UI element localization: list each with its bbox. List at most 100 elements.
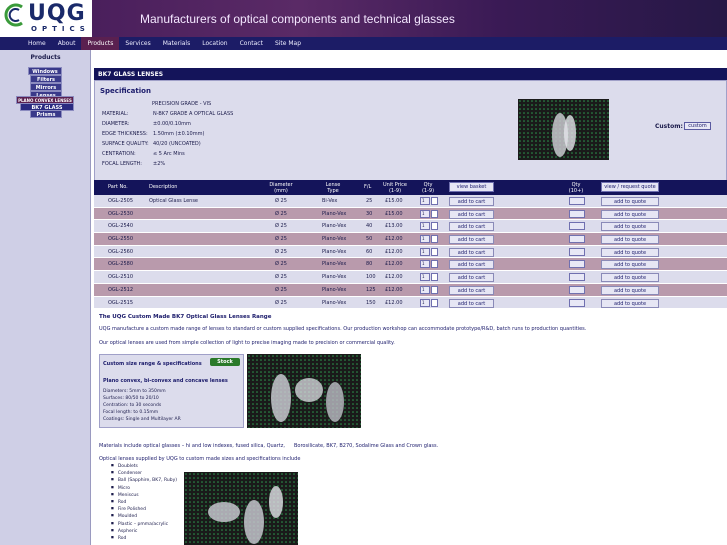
qty-dropdown-icon[interactable] (431, 273, 438, 282)
qty-bulk-input[interactable] (569, 197, 585, 205)
table-row: OGL-2560 Ø 25 Plano-Vex 60 £12.00 1 add to car… (94, 245, 727, 259)
spec-row: FOCAL LENGTH: ±2% (102, 161, 166, 167)
add-to-quote-button[interactable]: add to quote (601, 247, 659, 257)
nav-about[interactable]: About (52, 37, 82, 50)
qty-select[interactable]: 1 (420, 235, 430, 244)
add-to-cart-button[interactable]: add to cart (449, 235, 494, 245)
unit-price: £13.00 (385, 223, 403, 230)
list-item: Plastic – pmma/acrylic (111, 521, 177, 528)
sidebar: Products Windows Filters Mirrors Lenses … (0, 50, 91, 545)
qty-bulk-input[interactable] (569, 235, 585, 244)
nav-services[interactable]: Services (119, 37, 156, 50)
qty-bulk-input[interactable] (569, 222, 585, 231)
qty-select[interactable]: 1 (420, 209, 430, 218)
add-to-quote-button[interactable]: add to quote (601, 273, 659, 283)
add-to-quote-button[interactable]: add to quote (601, 197, 659, 206)
lens-type-list: Doublets Condenser Ball (Sapphire, BK7, … (111, 463, 177, 542)
add-to-quote-button[interactable]: add to quote (601, 285, 659, 295)
range-para-2: Our optical lenses are used from simple … (99, 340, 395, 346)
qty-bulk-input[interactable] (569, 285, 585, 294)
nav-sitemap[interactable]: Site Map (269, 37, 307, 50)
diameter: Ø 25 (275, 223, 287, 230)
sidebar-item-filters[interactable]: Filters (30, 75, 62, 83)
spec-row: SURFACE QUALITY: 40/20 (UNCOATED) (102, 141, 201, 147)
add-to-quote-button[interactable]: add to quote (601, 298, 659, 308)
sidebar-item-windows[interactable]: Windows (28, 67, 62, 75)
nav-materials[interactable]: Materials (157, 37, 197, 50)
add-to-cart-button[interactable]: add to cart (449, 197, 494, 206)
unit-price: £12.00 (385, 261, 403, 268)
qty-bulk-input[interactable] (569, 273, 585, 282)
stock-button[interactable]: Stock (210, 358, 240, 366)
custom-label: Custom: (655, 123, 683, 130)
qty-dropdown-icon[interactable] (431, 222, 438, 231)
diameter: Ø 25 (275, 248, 287, 255)
th-qty2: Qty (10+) (568, 182, 584, 194)
promo-line: Coatings: Single and Multilayer AR (103, 417, 181, 422)
add-to-cart-button[interactable]: add to cart (449, 247, 494, 257)
promo-line: Surfaces: 80/50 to 20/10 (103, 396, 159, 401)
focal-length: 50 (366, 236, 373, 243)
diameter: Ø 25 (275, 274, 287, 281)
th-part: Part No. (108, 184, 128, 190)
qty-dropdown-icon[interactable] (431, 298, 438, 307)
focal-length: 80 (366, 261, 373, 268)
range-para-1: UQG manufacture a custom made range of l… (99, 326, 587, 332)
view-basket-button[interactable]: view basket (449, 182, 494, 192)
diameter: Ø 25 (275, 261, 287, 268)
add-to-cart-button[interactable]: add to cart (449, 298, 494, 308)
table-row: OGL-2515 Ø 25 Plano-Vex 150 £12.00 1 add to ca… (94, 296, 727, 310)
add-to-quote-button[interactable]: add to quote (601, 209, 659, 219)
add-to-cart-button[interactable]: add to cart (449, 209, 494, 219)
table-row: OGL-2530 Ø 25 Plano-Vex 30 £15.00 1 add to car… (94, 207, 727, 221)
qty-dropdown-icon[interactable] (431, 209, 438, 218)
nav-contact[interactable]: Contact (234, 37, 269, 50)
qty-bulk-input[interactable] (569, 209, 585, 218)
qty-dropdown-icon[interactable] (431, 197, 438, 205)
sidebar-item-prisms[interactable]: Prisms (30, 110, 62, 118)
qty-select[interactable]: 1 (420, 285, 430, 294)
part-number: OGL-2550 (108, 236, 134, 243)
add-to-cart-button[interactable]: add to cart (449, 285, 494, 295)
qty-select[interactable]: 1 (420, 298, 430, 307)
promo-line: Focal length: to 0.15mm (103, 410, 159, 415)
table-header: Part No. Description Diameter (mm) Lense… (94, 180, 727, 195)
custom-button[interactable]: custom (684, 122, 711, 130)
product-table: Part No. Description Diameter (mm) Lense… (94, 180, 727, 310)
qty-select[interactable]: 1 (420, 222, 430, 231)
sidebar-item-mirrors[interactable]: Mirrors (30, 83, 62, 91)
nav-home[interactable]: Home (22, 37, 52, 50)
range-title: The UQG Custom Made BK7 Optical Glass Le… (99, 314, 272, 320)
add-to-quote-button[interactable]: add to quote (601, 235, 659, 245)
th-diameter: Diameter (mm) (269, 182, 293, 194)
add-to-cart-button[interactable]: add to cart (449, 222, 494, 232)
add-to-quote-button[interactable]: add to quote (601, 260, 659, 270)
qty-bulk-input[interactable] (569, 298, 585, 307)
qty-bulk-input[interactable] (569, 247, 585, 256)
nav-products[interactable]: Products (81, 37, 120, 50)
materials-text-b: Borosilicate, BK7, B270, Sodalime Glass … (294, 443, 439, 449)
add-to-quote-button[interactable]: add to quote (601, 222, 659, 232)
qty-dropdown-icon[interactable] (431, 260, 438, 269)
qty-select[interactable]: 1 (420, 260, 430, 269)
qty-select[interactable]: 1 (420, 273, 430, 282)
qty-dropdown-icon[interactable] (431, 285, 438, 294)
nav-location[interactable]: Location (196, 37, 233, 50)
logo[interactable]: UQG OPTICS (0, 0, 92, 37)
promo-line: Centration: to 30 seconds (103, 403, 162, 408)
th-desc: Description (149, 184, 178, 190)
focal-length: 60 (366, 248, 373, 255)
view-quote-button[interactable]: view / request quote (601, 182, 659, 192)
qty-bulk-input[interactable] (569, 260, 585, 269)
add-to-cart-button[interactable]: add to cart (449, 260, 494, 270)
list-item: Aspheric (111, 528, 177, 535)
table-row: OGL-2510 Ø 25 Plano-Vex 100 £12.00 1 add to ca… (94, 271, 727, 284)
part-number: OGL-2540 (108, 223, 134, 230)
diameter: Ø 25 (275, 198, 287, 204)
qty-dropdown-icon[interactable] (431, 235, 438, 244)
diameter: Ø 25 (275, 286, 287, 293)
qty-select[interactable]: 1 (420, 247, 430, 256)
add-to-cart-button[interactable]: add to cart (449, 273, 494, 283)
qty-dropdown-icon[interactable] (431, 247, 438, 256)
qty-select[interactable]: 1 (420, 197, 430, 205)
